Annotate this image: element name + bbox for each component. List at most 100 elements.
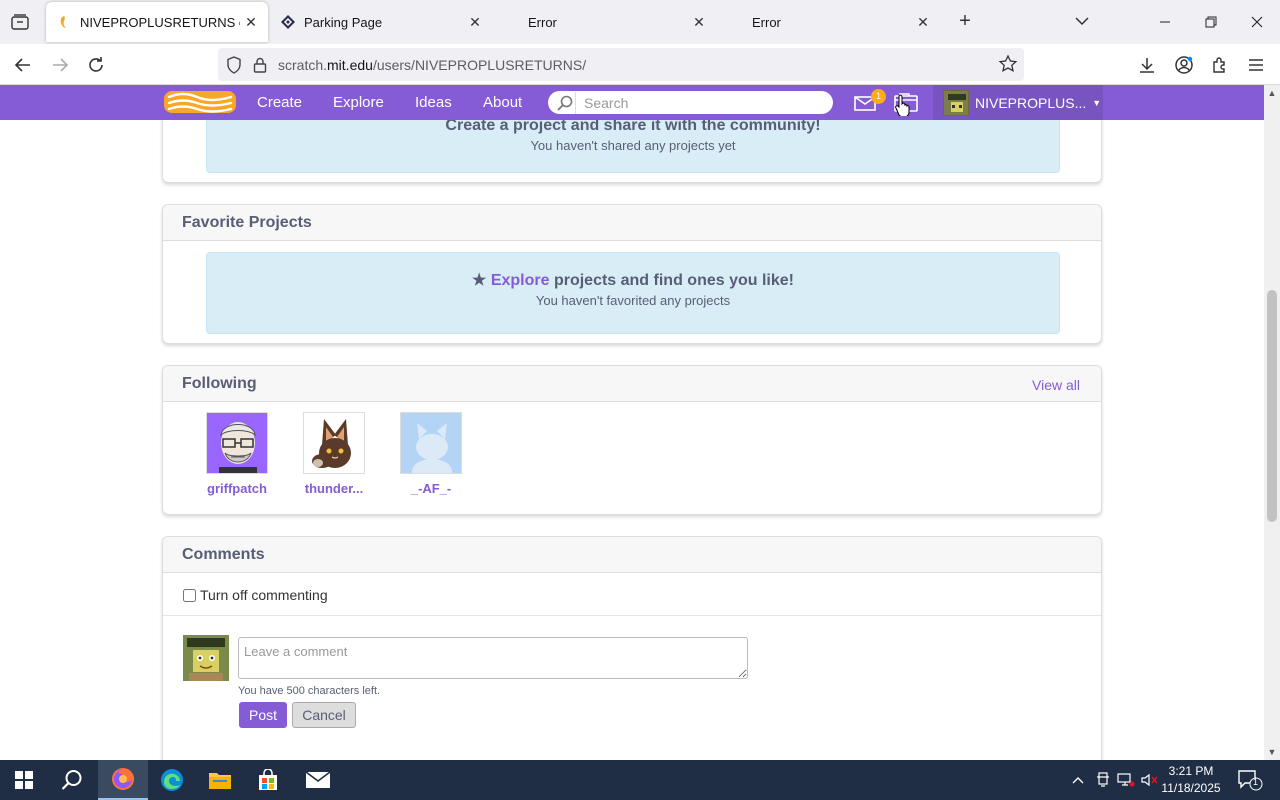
tab-title: Parking Page [304, 14, 383, 30]
nav-explore-link[interactable]: Explore [333, 85, 384, 120]
blank-favicon-icon [504, 14, 520, 30]
lock-icon[interactable] [250, 55, 270, 75]
clock-time: 3:21 PM [1168, 764, 1214, 778]
url-bar[interactable]: scratch.mit.edu/users/NIVEPROPLUSRETURNS… [218, 48, 1024, 81]
bookmark-star-icon[interactable] [998, 54, 1018, 74]
list-all-tabs-chevron-icon[interactable] [1072, 11, 1092, 31]
followed-user-avatar[interactable] [206, 412, 268, 474]
taskbar-clock[interactable]: 3:21 PM 11/18/2025 [1160, 763, 1222, 797]
reload-icon[interactable] [83, 52, 109, 78]
nav-ideas-link[interactable]: Ideas [415, 85, 452, 120]
windows-start-icon[interactable] [0, 760, 48, 800]
account-icon[interactable] [1171, 52, 1197, 78]
network-icon[interactable] [1116, 770, 1136, 790]
characters-left-text: You have 500 characters left. [238, 685, 381, 697]
profile-page-content: Create a project and share it with the c… [0, 120, 1264, 760]
close-window-icon[interactable] [1234, 0, 1280, 44]
tab-title: Error [528, 14, 557, 30]
search-icon[interactable] [554, 91, 576, 114]
show-hidden-icons-chevron-icon[interactable] [1068, 770, 1088, 790]
no-shared-projects-text: You haven't shared any projects yet [530, 138, 736, 153]
url-text: scratch.mit.edu/users/NIVEPROPLUSRETURNS… [278, 56, 587, 73]
tab-scratch-profile[interactable]: NIVEPROPLUSRETURNS on Scratch ✕ [46, 2, 268, 42]
taskbar-search-icon[interactable] [48, 760, 96, 800]
comments-divider [163, 615, 1101, 616]
followed-user-avatar[interactable] [303, 412, 365, 474]
tab-parking-page[interactable]: Parking Page ✕ [270, 0, 492, 44]
downloads-icon[interactable] [1134, 52, 1160, 78]
following-heading: Following [182, 375, 257, 392]
close-tab-icon[interactable]: ✕ [240, 11, 262, 33]
scratch-favicon-icon [56, 14, 72, 30]
scratch-navigation: Create Explore Ideas About 1 NIVEPROPLUS… [0, 85, 1264, 120]
close-tab-icon[interactable]: ✕ [688, 11, 710, 33]
followed-user[interactable]: griffpatch [206, 412, 268, 496]
hand-cursor-icon [895, 94, 911, 118]
minimize-icon[interactable] [1142, 0, 1188, 44]
cancel-comment-button[interactable]: Cancel [292, 702, 356, 728]
followed-user[interactable]: _-AF_- [400, 412, 462, 496]
comment-textarea[interactable] [238, 637, 748, 679]
taskbar-firefox-icon[interactable] [98, 760, 148, 800]
commenter-avatar [183, 635, 229, 681]
scratch-logo[interactable] [163, 89, 237, 115]
tray-device-icon[interactable] [1093, 770, 1113, 790]
tab-title: Error [752, 14, 781, 30]
scratch-search-box [548, 91, 833, 114]
hamburger-menu-icon[interactable] [1243, 52, 1269, 78]
comments-heading: Comments [182, 546, 265, 563]
browser-navigation-bar: scratch.mit.edu/users/NIVEPROPLUSRETURNS… [0, 44, 1280, 85]
followed-user-name[interactable]: _-AF_- [400, 481, 462, 496]
explore-cta-rest: projects and find ones you like! [549, 272, 794, 289]
following-header: Following View all [163, 366, 1101, 402]
tab-error-1[interactable]: Error ✕ [494, 0, 716, 44]
taskbar-store-icon[interactable] [244, 760, 292, 800]
tracking-shield-icon[interactable] [224, 55, 244, 75]
back-arrow-icon[interactable] [10, 52, 36, 78]
taskbar-mail-icon[interactable] [294, 760, 342, 800]
turn-off-commenting-row: Turn off commenting [183, 587, 328, 603]
scroll-up-arrow-icon[interactable]: ▲ [1264, 85, 1280, 101]
shared-projects-box: Create a project and share it with the c… [162, 120, 1102, 183]
tab-error-2[interactable]: Error ✕ [718, 0, 940, 44]
explore-projects-cta: ★ Explore projects and find ones you lik… [207, 270, 1059, 290]
volume-muted-icon[interactable] [1140, 770, 1160, 790]
new-tab-plus-icon[interactable]: + [954, 11, 976, 33]
create-project-cta[interactable]: Create a project and share it with the c… [207, 120, 1059, 135]
nav-about-link[interactable]: About [483, 85, 522, 120]
view-all-link[interactable]: View all [1032, 377, 1080, 393]
favorite-projects-empty-message: ★ Explore projects and find ones you lik… [206, 252, 1060, 334]
favorite-projects-box: Favorite Projects ★ Explore projects and… [162, 204, 1102, 344]
explore-link[interactable]: Explore [491, 272, 550, 289]
parking-favicon-icon [280, 14, 296, 30]
forward-arrow-icon[interactable] [47, 52, 73, 78]
action-center-icon[interactable]: 1 [1236, 768, 1264, 792]
account-menu[interactable]: NIVEPROPLUS... ▼ [933, 85, 1103, 120]
extensions-icon[interactable] [1207, 52, 1233, 78]
nav-create-link[interactable]: Create [257, 85, 302, 120]
post-comment-button[interactable]: Post [239, 702, 287, 728]
account-username: NIVEPROPLUS... [975, 94, 1087, 111]
followed-user-name[interactable]: griffpatch [206, 481, 268, 496]
restore-icon[interactable] [1188, 0, 1234, 44]
scrollbar-thumb[interactable] [1267, 290, 1277, 522]
message-count-badge: 1 [871, 89, 886, 104]
followed-user-name[interactable]: thunder... [303, 481, 365, 496]
taskbar-file-explorer-icon[interactable] [196, 760, 244, 800]
search-input[interactable] [584, 94, 824, 111]
turn-off-commenting-label[interactable]: Turn off commenting [200, 587, 328, 603]
turn-off-commenting-checkbox[interactable] [183, 588, 196, 602]
no-favorites-text: You haven't favorited any projects [535, 293, 731, 308]
close-tab-icon[interactable]: ✕ [912, 11, 934, 33]
tab-list-icon[interactable] [8, 10, 32, 34]
user-avatar [943, 89, 969, 116]
scroll-down-arrow-icon[interactable]: ▼ [1264, 744, 1280, 760]
taskbar-edge-icon[interactable] [148, 760, 196, 800]
browser-tab-bar: NIVEPROPLUSRETURNS on Scratch ✕ Parking … [0, 0, 1280, 44]
followed-user[interactable]: thunder... [303, 412, 365, 496]
page-scrollbar[interactable]: ▲ ▼ [1264, 85, 1280, 760]
star-icon: ★ [472, 272, 491, 289]
followed-user-avatar[interactable] [400, 412, 462, 474]
close-tab-icon[interactable]: ✕ [464, 11, 486, 33]
following-box: Following View all griffpatch thunder...… [162, 365, 1102, 515]
